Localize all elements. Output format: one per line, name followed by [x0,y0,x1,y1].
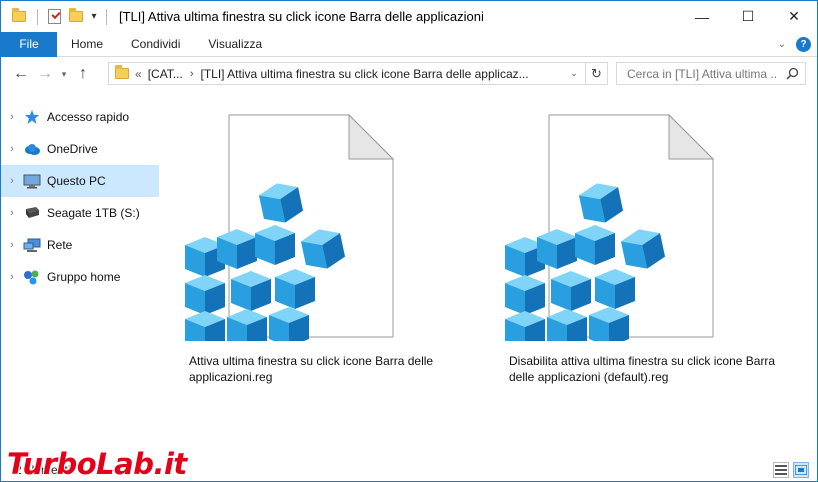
star-icon [23,109,41,125]
search-box[interactable]: Cerca in [TLI] Attiva ultima ... [616,62,806,85]
cloud-icon [23,141,41,157]
title-bar: ▾ [TLI] Attiva ultima finestra su click … [1,1,817,32]
chevron-down-icon[interactable]: ⌄ [778,39,786,50]
folder-icon [9,7,29,27]
search-icon[interactable] [786,67,799,80]
breadcrumb-segment[interactable]: [TLI] Attiva ultima finestra su click ic… [200,67,528,81]
arrow-up-icon: ↑ [79,65,87,82]
file-item[interactable]: Disabilita attiva ultima finestra su cli… [491,101,791,401]
file-item[interactable]: Attiva ultima finestra su click icone Ba… [171,101,471,401]
chevron-right-icon[interactable]: › [1,207,23,219]
registry-file-icon [171,111,411,351]
address-history-button[interactable]: ⌄ [567,63,581,84]
minimize-button[interactable]: — [679,1,725,32]
nav-label: Questo PC [47,174,106,188]
search-input[interactable]: Cerca in [TLI] Attiva ultima ... [627,67,777,81]
window-controls: — ☐ ✕ [679,1,817,32]
breadcrumb-separator[interactable]: › [190,68,194,80]
nav-label: Accesso rapido [47,110,130,124]
watermark-logo: TurboLab.it [7,447,187,481]
nav-label: OneDrive [47,142,98,156]
nav-item-network[interactable]: › Rete [1,229,159,261]
nav-item-seagate-drive[interactable]: › Seagate 1TB (S:) [1,197,159,229]
refresh-button[interactable]: ↻ [585,63,607,84]
chevron-right-icon[interactable]: › [1,143,23,155]
help-button[interactable]: ? [796,37,811,52]
nav-item-quick-access[interactable]: › Accesso rapido [1,101,159,133]
chevron-right-icon[interactable]: › [1,111,23,123]
customize-toolbar-button[interactable]: ▾ [88,11,100,22]
folder-icon [115,65,129,79]
toolbar-divider [37,8,38,25]
arrow-left-icon: ← [13,65,29,82]
tab-file[interactable]: File [1,31,57,57]
breadcrumb-overflow[interactable]: « [135,67,142,81]
tab-share[interactable]: Condividi [117,32,194,57]
chevron-down-icon: ⌄ [570,68,578,78]
chevron-right-icon[interactable]: › [1,271,23,283]
breadcrumb-segment[interactable]: [CAT... [148,67,183,81]
large-icons-view-icon [795,465,807,475]
computer-icon [23,173,41,189]
file-list: Attiva ultima finestra su click icone Ba… [171,101,811,441]
explorer-window: ▾ [TLI] Attiva ultima finestra su click … [0,0,818,482]
registry-file-icon [491,111,731,351]
back-button[interactable]: ← [9,62,33,86]
file-name: Disabilita attiva ultima finestra su cli… [509,354,776,384]
arrow-right-icon: → [37,65,53,82]
chevron-right-icon[interactable]: › [1,175,23,187]
large-icons-view-button[interactable] [793,462,809,478]
tab-home[interactable]: Home [57,32,117,57]
nav-item-onedrive[interactable]: › OneDrive [1,133,159,165]
nav-label: Gruppo home [47,270,121,284]
toolbar-divider [106,8,107,25]
nav-item-this-pc[interactable]: › Questo PC [1,165,159,197]
tab-view[interactable]: Visualizza [194,32,276,57]
address-bar[interactable]: « [CAT... › [TLI] Attiva ultima finestra… [108,62,608,85]
ribbon-controls: ⌄ ? [778,32,811,57]
chevron-down-icon: ▾ [61,68,67,79]
chevron-right-icon[interactable]: › [1,239,23,251]
drive-icon [23,205,41,221]
view-toggle [773,462,809,478]
nav-label: Seagate 1TB (S:) [47,206,140,220]
address-row: ← → ▾ ↑ « [CAT... › [TLI] Attiva ultima … [1,57,817,91]
close-button[interactable]: ✕ [771,1,817,32]
new-folder-icon [69,8,83,22]
details-view-icon [775,465,787,475]
nav-item-homegroup[interactable]: › Gruppo home [1,261,159,293]
properties-button[interactable] [44,7,64,27]
quick-access-toolbar: ▾ [1,1,113,32]
file-name: Attiva ultima finestra su click icone Ba… [189,354,434,384]
navigation-pane: › Accesso rapido › OneDrive › Questo PC … [1,101,159,293]
refresh-icon: ↻ [591,65,602,81]
forward-button[interactable]: → [33,62,57,86]
maximize-button[interactable]: ☐ [725,1,771,32]
nav-label: Rete [47,238,73,252]
details-view-button[interactable] [773,462,789,478]
window-title: [TLI] Attiva ultima finestra su click ic… [119,9,484,24]
ribbon-tabs: File Home Condividi Visualizza ⌄ ? [1,31,817,57]
new-folder-button[interactable] [66,7,86,27]
up-button[interactable]: ↑ [71,62,95,86]
properties-icon [47,9,61,24]
homegroup-icon [23,269,41,285]
recent-locations-button[interactable]: ▾ [57,62,71,86]
network-icon [23,237,41,253]
